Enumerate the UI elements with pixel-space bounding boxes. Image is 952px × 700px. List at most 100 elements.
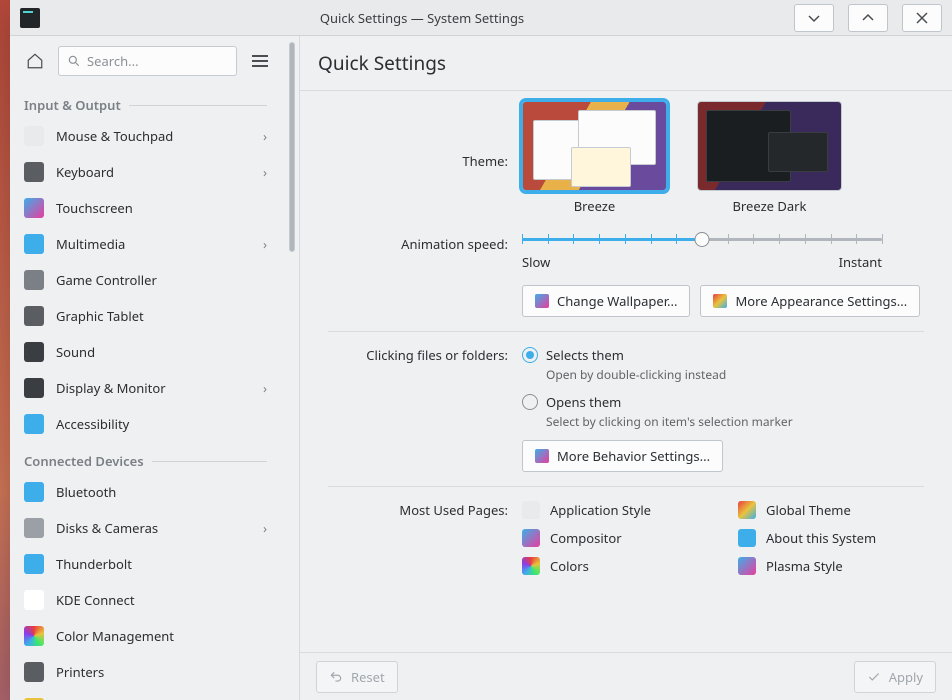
page-icon (738, 501, 756, 519)
sidebar-item-label: Keyboard (56, 163, 251, 181)
theme-thumbnail (522, 101, 667, 191)
page-icon (522, 557, 540, 575)
sidebar-item-label: KDE Connect (56, 591, 267, 609)
titlebar: Quick Settings — System Settings (10, 0, 952, 36)
sidebar-item-label: Multimedia (56, 235, 251, 253)
sidebar-item-sound[interactable]: Sound (10, 334, 281, 370)
sidebar-item-bluetooth[interactable]: Bluetooth (10, 474, 281, 510)
home-button[interactable] (20, 46, 50, 76)
sidebar-item-game-controller[interactable]: Game Controller (10, 262, 281, 298)
page-icon (738, 557, 756, 575)
undo-icon (329, 670, 343, 684)
search-placeholder: Search... (87, 52, 139, 70)
radio-icon (522, 394, 538, 410)
sidebar-item-keyboard[interactable]: Keyboard › (10, 154, 281, 190)
theme-breeze[interactable]: Breeze (522, 101, 667, 215)
sidebar-item-kde-connect[interactable]: KDE Connect (10, 582, 281, 618)
theme-breeze-dark[interactable]: Breeze Dark (697, 101, 842, 215)
radio-opens[interactable]: Opens them (522, 393, 924, 411)
sidebar-item-mouse-touchpad[interactable]: Mouse & Touchpad › (10, 118, 281, 154)
reset-button[interactable]: Reset (316, 661, 398, 693)
sidebar-item-icon (24, 554, 44, 574)
sidebar-item-thunderbolt[interactable]: Thunderbolt (10, 546, 281, 582)
sidebar-item-label: Mouse & Touchpad (56, 127, 251, 145)
page-icon (522, 529, 540, 547)
page-title: Quick Settings (300, 36, 952, 91)
theme-label: Breeze Dark (732, 197, 806, 215)
sidebar-item-icon (24, 626, 44, 646)
more-appearance-button[interactable]: More Appearance Settings... (700, 285, 920, 317)
chevron-right-icon: › (263, 127, 267, 145)
behavior-icon (535, 449, 549, 463)
sidebar-item-label: Color Management (56, 627, 267, 645)
wallpaper-icon (535, 294, 549, 308)
most-used-label: Most Used Pages: (328, 501, 508, 575)
sidebar-item-multimedia[interactable]: Multimedia › (10, 226, 281, 262)
sidebar-item-icon (24, 306, 44, 326)
page-label: Application Style (550, 501, 651, 519)
close-icon[interactable] (902, 4, 942, 32)
slider-slow-label: Slow (522, 253, 550, 271)
sidebar: Search... Input & Output Mouse & Touchpa… (10, 36, 285, 700)
page-link-about-this-system[interactable]: About this System (738, 529, 924, 547)
radio-selects-label: Selects them (546, 346, 624, 364)
maximize-icon[interactable] (848, 4, 888, 32)
footer-bar: Reset Apply (300, 652, 952, 700)
hamburger-button[interactable] (245, 46, 275, 76)
page-icon (738, 529, 756, 547)
sidebar-item-label: Bluetooth (56, 483, 267, 501)
chevron-right-icon: › (263, 519, 267, 537)
more-behavior-button[interactable]: More Behavior Settings... (522, 440, 723, 472)
change-wallpaper-label: Change Wallpaper... (557, 292, 677, 310)
sidebar-item-disks-cameras[interactable]: Disks & Cameras › (10, 510, 281, 546)
animation-speed-slider[interactable] (522, 229, 882, 249)
sidebar-item-color-management[interactable]: Color Management (10, 618, 281, 654)
app-icon (20, 8, 40, 28)
page-icon (522, 501, 540, 519)
sidebar-item-label: Graphic Tablet (56, 307, 267, 325)
more-behavior-label: More Behavior Settings... (557, 447, 710, 465)
minimize-icon[interactable] (794, 4, 834, 32)
sidebar-item-label: Sound (56, 343, 267, 361)
apply-button[interactable]: Apply (854, 661, 936, 693)
sidebar-item-icon (24, 162, 44, 182)
chevron-right-icon: › (263, 235, 267, 253)
sidebar-item-touchscreen[interactable]: Touchscreen (10, 190, 281, 226)
sidebar-item-printers[interactable]: Printers (10, 654, 281, 690)
main-panel: Quick Settings Theme: Breeze Breeze Dark… (299, 36, 952, 700)
page-link-colors[interactable]: Colors (522, 557, 708, 575)
sidebar-item-icon (24, 662, 44, 682)
page-link-plasma-style[interactable]: Plasma Style (738, 557, 924, 575)
radio-opens-label: Opens them (546, 393, 621, 411)
change-wallpaper-button[interactable]: Change Wallpaper... (522, 285, 690, 317)
sidebar-item-icon (24, 378, 44, 398)
settings-window: Quick Settings — System Settings Search.… (10, 0, 952, 700)
reset-label: Reset (351, 668, 385, 686)
sidebar-item-label: Thunderbolt (56, 555, 267, 573)
sidebar-item-icon (24, 234, 44, 254)
page-link-application-style[interactable]: Application Style (522, 501, 708, 519)
search-input[interactable]: Search... (58, 46, 237, 76)
chevron-right-icon: › (263, 163, 267, 181)
page-link-global-theme[interactable]: Global Theme (738, 501, 924, 519)
sidebar-item-icon (24, 518, 44, 538)
sidebar-scrollbar[interactable] (285, 36, 299, 700)
sidebar-item-display-monitor[interactable]: Display & Monitor › (10, 370, 281, 406)
selects-hint: Open by double-clicking instead (546, 366, 924, 383)
more-appearance-label: More Appearance Settings... (735, 292, 907, 310)
page-label: Global Theme (766, 501, 851, 519)
sidebar-item-storage-devices[interactable]: Storage Devices (10, 690, 281, 700)
theme-thumbnail (697, 101, 842, 191)
clicking-label: Clicking files or folders: (328, 346, 508, 472)
radio-selects[interactable]: Selects them (522, 346, 924, 364)
sidebar-item-graphic-tablet[interactable]: Graphic Tablet (10, 298, 281, 334)
sidebar-item-icon (24, 342, 44, 362)
sidebar-item-icon (24, 482, 44, 502)
page-link-compositor[interactable]: Compositor (522, 529, 708, 547)
sidebar-item-label: Disks & Cameras (56, 519, 251, 537)
sidebar-item-accessibility[interactable]: Accessibility (10, 406, 281, 442)
search-icon (67, 54, 81, 68)
sidebar-item-label: Game Controller (56, 271, 267, 289)
sidebar-section-header: Connected Devices (10, 442, 281, 474)
page-label: Compositor (550, 529, 622, 547)
